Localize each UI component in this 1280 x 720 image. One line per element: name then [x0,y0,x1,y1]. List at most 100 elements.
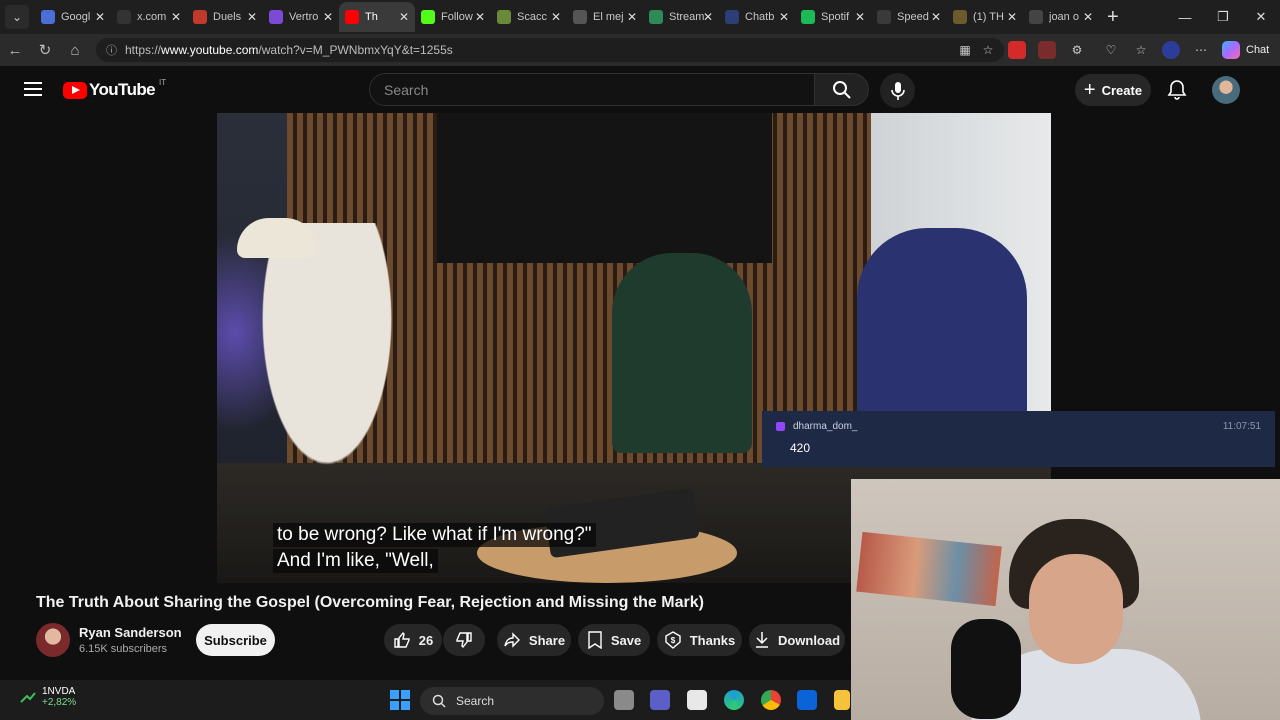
browser-tab[interactable]: (1) TH ✕ [947,2,1023,32]
extension-adblock-icon[interactable] [1038,41,1056,59]
tab-close-icon[interactable]: ✕ [95,10,105,24]
tab-close-icon[interactable]: ✕ [855,10,865,24]
chrome-icon[interactable] [761,690,781,710]
youtube-wordmark: YouTube [89,80,156,99]
browser-tab[interactable]: Stream ✕ [643,2,719,32]
browser-tab[interactable]: El mej ✕ [567,2,643,32]
tab-favicon-icon [649,10,663,24]
search-button[interactable] [815,73,869,106]
store-icon[interactable] [687,690,707,710]
browser-tab[interactable]: joan o ✕ [1023,2,1099,32]
copilot-icon [1222,41,1240,59]
tab-close-icon[interactable]: ✕ [931,10,941,24]
account-avatar[interactable] [1212,76,1240,104]
youtube-logo[interactable]: YouTube IT [63,78,166,100]
browser-tab[interactable]: Spotif ✕ [795,2,871,32]
tab-favicon-icon [801,10,815,24]
notifications-bell-icon[interactable] [1166,78,1188,100]
tab-favicon-icon [877,10,891,24]
browser-tab[interactable]: Googl ✕ [35,2,111,32]
taskbar-search-icon [432,694,446,708]
super-thanks-icon: $ [665,631,681,649]
dislike-button[interactable] [443,624,485,656]
like-button[interactable]: 26 [384,624,442,656]
windows-start-icon[interactable] [390,690,410,710]
extension-red-icon[interactable] [1008,41,1026,59]
stock-up-arrow-icon [20,692,36,703]
reload-icon[interactable]: ↻ [30,41,60,59]
search-input[interactable]: Search [369,73,815,106]
copilot-chat-button[interactable]: Chat [1222,40,1269,60]
tab-close-icon[interactable]: ✕ [1007,10,1017,24]
browser-tab[interactable]: Chatb ✕ [719,2,795,32]
menu-icon[interactable] [24,82,42,96]
voice-search-button[interactable] [880,73,915,108]
tab-close-icon[interactable]: ✕ [551,10,561,24]
microphone-icon [890,81,905,100]
tab-title: Th [365,11,378,23]
tab-close-icon[interactable]: ✕ [247,10,257,24]
save-button[interactable]: Save [578,624,650,656]
site-info-icon[interactable]: ⓘ [106,42,117,58]
browser-essentials-icon[interactable]: ♡ [1102,41,1120,59]
caption-line-1: to be wrong? Like what if I'm wrong?" [273,523,596,547]
tab-close-icon[interactable]: ✕ [1083,10,1093,24]
tab-close-icon[interactable]: ✕ [323,10,333,24]
edge-icon[interactable] [724,690,744,710]
tab-close-icon[interactable]: ✕ [171,10,181,24]
tab-close-icon[interactable]: ✕ [475,10,485,24]
chat-message: 420 [790,441,811,455]
tab-close-icon[interactable]: ✕ [627,10,637,24]
address-bar[interactable]: ⓘ https://www.youtube.com/watch?v=M_PWNb… [96,38,1004,62]
task-view-icon[interactable] [614,690,634,710]
download-icon [755,632,768,648]
file-explorer-icon[interactable] [834,690,850,710]
minimize-icon[interactable]: — [1166,0,1204,34]
browser-tab[interactable]: Duels ✕ [187,2,263,32]
restore-icon[interactable]: ❐ [1204,0,1242,34]
tab-title: Speed [897,11,929,23]
browser-tab[interactable]: Follow ✕ [415,2,491,32]
browser-toolbar: ← ↻ ⌂ ⓘ https://www.youtube.com/watch?v=… [0,34,1280,66]
tab-close-icon[interactable]: ✕ [399,10,409,24]
browser-tab[interactable]: Speed ✕ [871,2,947,32]
teams-icon[interactable] [650,690,670,710]
youtube-header: YouTube IT Search + Create [0,66,1280,114]
chat-username-text: dharma_dom_ [793,421,858,432]
favorite-star-icon[interactable]: ☆ [979,41,997,59]
create-label: Create [1101,82,1143,98]
channel-name[interactable]: Ryan Sanderson [79,625,182,640]
stock-widget[interactable]: 1NVDA +2,82% [20,686,76,708]
tab-favicon-icon [41,10,55,24]
tab-actions-menu-icon[interactable]: ⌄ [5,5,29,29]
tab-favicon-icon [421,10,435,24]
download-button[interactable]: Download [749,624,845,656]
tab-close-icon[interactable]: ✕ [779,10,789,24]
stock-change: +2,82% [42,697,77,708]
thanks-button[interactable]: $ Thanks [657,624,742,656]
browser-tab[interactable]: Th ✕ [339,2,415,32]
browser-tab[interactable]: Vertro ✕ [263,2,339,32]
extensions-puzzle-icon[interactable]: ⚙ [1068,41,1086,59]
outlook-icon[interactable] [797,690,817,710]
more-menu-icon[interactable]: ⋯ [1192,41,1210,59]
app-available-icon[interactable]: ▦ [956,41,974,59]
favorites-icon[interactable]: ☆ [1132,41,1150,59]
create-button[interactable]: + Create [1075,74,1151,106]
channel-avatar[interactable] [36,623,70,657]
tab-close-icon[interactable]: ✕ [703,10,713,24]
browser-tab[interactable]: x.com ✕ [111,2,187,32]
tab-title: Duels [213,11,242,23]
close-window-icon[interactable]: ✕ [1242,0,1280,34]
thumbs-up-icon [394,631,410,648]
share-button[interactable]: Share [497,624,571,656]
taskbar-search[interactable]: Search [420,687,604,715]
back-icon[interactable]: ← [0,42,30,59]
search-placeholder: Search [384,81,429,98]
profile-icon[interactable] [1162,41,1180,59]
home-icon[interactable]: ⌂ [60,42,90,59]
new-tab-icon[interactable]: + [1107,6,1119,29]
subscribe-button[interactable]: Subscribe [196,624,275,656]
tab-title: x.com [137,11,167,23]
browser-tab[interactable]: Scacc ✕ [491,2,567,32]
